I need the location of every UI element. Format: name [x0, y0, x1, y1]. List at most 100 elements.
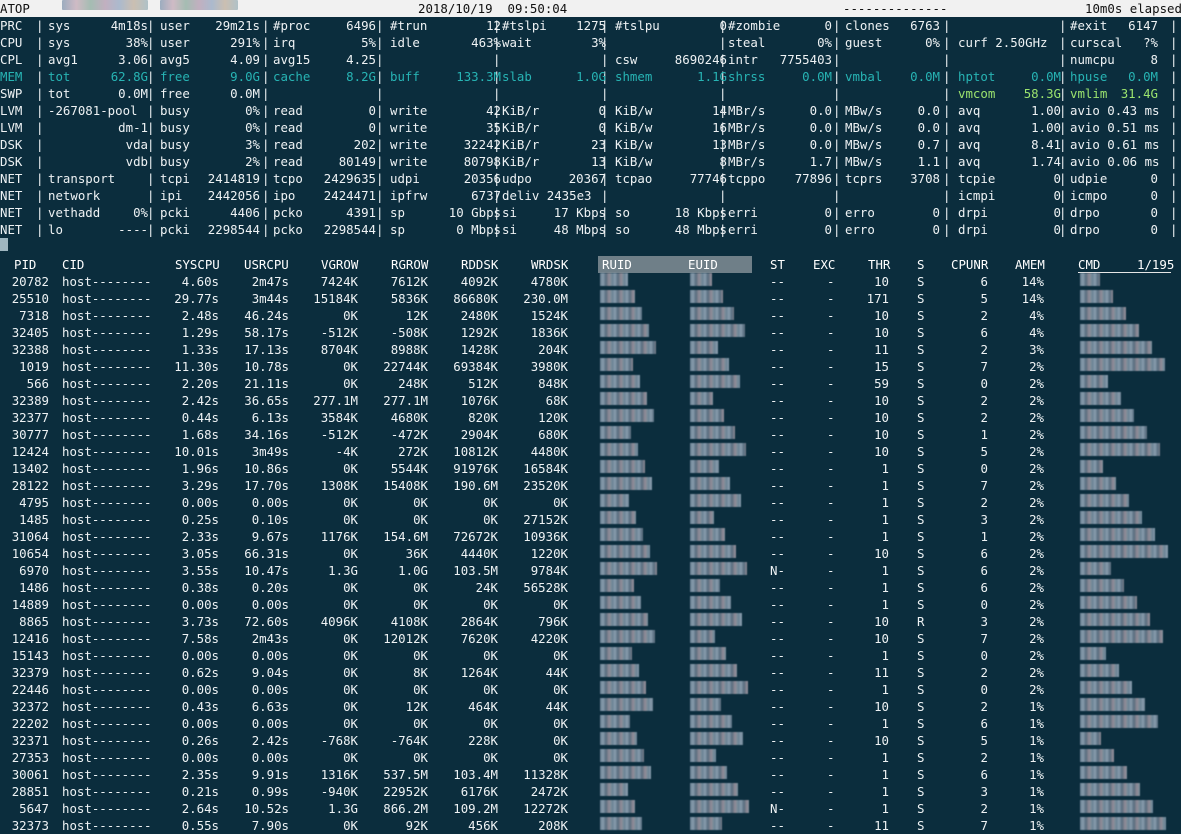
table-row[interactable]: 12416 7.58s 2m43s 0K 12012K 7620K 4220K 10 7 2% ho… [0, 630, 1181, 647]
cell-pid: 1019 [19, 359, 49, 374]
cell-cpunr: 5 [980, 444, 988, 459]
col-rgrow[interactable]: RGROW [391, 256, 428, 273]
table-row[interactable]: 32405 1.29s 58.17s -512K -508K 1292K 1836K 10 6 4… [0, 324, 1181, 341]
separator: | [36, 120, 44, 135]
cell-usrcpu: 21.11s [244, 376, 289, 391]
col-thr[interactable]: THR [868, 256, 890, 273]
table-row[interactable]: 28122 3.29s 17.70s 1308K 15408K 190.6M 23520K 1… [0, 477, 1181, 494]
redacted-euid [690, 715, 732, 728]
col-s[interactable]: S [917, 256, 924, 273]
cell-exc: - [827, 393, 835, 408]
table-row[interactable]: 32377 0.44s 6.13s 3584K 4680K 820K 120K 10 2 2% ho… [0, 409, 1181, 426]
cell-s: S [917, 716, 925, 731]
table-row[interactable]: 28851 0.21s 0.99s -940K 22952K 6176K 2472K 1 3 1%… [0, 783, 1181, 800]
table-row[interactable]: 10654 3.05s 66.31s 0K 36K 4440K 1220K 10 6 2% host… [0, 545, 1181, 562]
cell-cpunr: 7 [980, 359, 988, 374]
separator: | [147, 86, 155, 101]
separator: | [262, 69, 270, 84]
table-row[interactable]: 32389 2.42s 36.65s 277.1M 277.1M 1076K 68K 10 2 2… [0, 392, 1181, 409]
sys-metric-value: 0 [1053, 171, 1061, 186]
cell-s: S [917, 529, 925, 544]
separator: | [833, 35, 841, 50]
table-row[interactable]: 7318 2.48s 46.24s 0K 12K 2480K 1524K 10 2 4% host-… [0, 307, 1181, 324]
cell-rgrow: 537.5M [383, 767, 428, 782]
table-row[interactable]: 5647 2.64s 10.52s 1.3G 866.2M 109.2M 12272K 1 2 1… [0, 800, 1181, 817]
table-row[interactable]: 14889 0.00s 0.00s 0K 0K 0K 0K 1 0 2% host-------- -… [0, 596, 1181, 613]
table-row[interactable]: 32388 1.33s 17.13s 8704K 8988K 1428K 204K 11 2 3%… [0, 341, 1181, 358]
col-syscpu[interactable]: SYSCPU [175, 256, 220, 273]
cell-cid: host-------- [62, 767, 152, 782]
cell-cpunr: 2 [980, 495, 988, 510]
col-ruid[interactable]: RUID [598, 256, 752, 273]
redacted-ruid [600, 596, 641, 609]
table-row[interactable]: 32372 0.43s 6.63s 0K 12K 464K 44K 10 2 1% host----… [0, 698, 1181, 715]
sys-metric-value: 77746 [689, 171, 727, 186]
sys-metric-value: 2429635 [323, 171, 376, 186]
table-row[interactable]: 20782 4.60s 2m47s 7424K 7612K 4092K 4780K 10 6 14… [0, 273, 1181, 290]
col-cpunr[interactable]: CPUNR [951, 256, 988, 273]
cell-amem: 2% [1029, 648, 1044, 663]
sys-metric-value: 38% [125, 35, 148, 50]
separator: | [943, 222, 951, 237]
separator: | [36, 86, 44, 101]
table-row[interactable]: 12424 10.01s 3m49s -4K 272K 10812K 4480K 10 5 2% h… [0, 443, 1181, 460]
table-row[interactable]: 566 2.20s 21.11s 0K 248K 512K 848K 59 0 2% host---… [0, 375, 1181, 392]
table-row[interactable]: 8865 3.73s 72.60s 4096K 4108K 2864K 796K 10 3 2% h… [0, 613, 1181, 630]
col-usrcpu[interactable]: USRCPU [244, 256, 289, 273]
separator: | [147, 154, 155, 169]
col-cmd[interactable]: CMD [1078, 256, 1100, 273]
cell-rddsk: 4092K [460, 274, 498, 289]
table-row[interactable]: 27353 0.00s 0.00s 0K 0K 0K 0K 1 2 1% host-------- -… [0, 749, 1181, 766]
cell-rddsk: 0K [483, 682, 498, 697]
table-row[interactable]: 30777 1.68s 34.16s -512K -472K 2904K 680K 10 1 2%… [0, 426, 1181, 443]
cell-thr: 1 [881, 563, 889, 578]
cell-pid: 10654 [11, 546, 49, 561]
col-st[interactable]: ST [770, 256, 785, 273]
table-row[interactable]: 6970 3.55s 10.47s 1.3G 1.0G 103.5M 9784K 1 6 2% ho… [0, 562, 1181, 579]
cell-st: -- [770, 461, 785, 476]
col-cid[interactable]: CID [62, 256, 84, 273]
cell-s: S [917, 767, 925, 782]
table-row[interactable]: 1485 0.25s 0.10s 0K 0K 0K 27152K 1 3 2% host------… [0, 511, 1181, 528]
table-row[interactable]: 32373 0.55s 7.90s 0K 92K 456K 208K 11 7 1% host---… [0, 817, 1181, 834]
table-row[interactable]: 15143 0.00s 0.00s 0K 0K 0K 0K 1 0 2% host-------- -… [0, 647, 1181, 664]
table-row[interactable]: 25510 29.77s 3m44s 15184K 5836K 86680K 230.0M 1… [0, 290, 1181, 307]
cell-usrcpu: 34.16s [244, 427, 289, 442]
cell-exc: - [827, 597, 835, 612]
cell-thr: 1 [881, 682, 889, 697]
table-row[interactable]: 22446 0.00s 0.00s 0K 0K 0K 0K 1 0 2% host-------- -… [0, 681, 1181, 698]
col-exc[interactable]: EXC [813, 256, 835, 273]
col-rddsk[interactable]: RDDSK [461, 256, 498, 273]
separator: | [262, 205, 270, 220]
table-row[interactable]: 1486 0.38s 0.20s 0K 0K 24K 56528K 1 6 2% host-----… [0, 579, 1181, 596]
redacted-cmd [1080, 698, 1145, 711]
cell-usrcpu: 9.67s [251, 529, 289, 544]
cell-wrdsk: 0K [553, 750, 568, 765]
cell-cpunr: 6 [980, 580, 988, 595]
table-row[interactable]: 30061 2.35s 9.91s 1316K 537.5M 103.4M 11328K 1 6… [0, 766, 1181, 783]
cell-cpunr: 6 [980, 274, 988, 289]
cell-exc: - [827, 461, 835, 476]
table-row[interactable]: 13402 1.96s 10.86s 0K 5544K 91976K 16584K 1 0 2% h… [0, 460, 1181, 477]
table-row[interactable]: 32379 0.62s 9.04s 0K 8K 1264K 44K 11 2 2% host----… [0, 664, 1181, 681]
cell-thr: 1 [881, 784, 889, 799]
redacted-cmd [1080, 749, 1114, 762]
col-vgrow[interactable]: VGROW [321, 256, 358, 273]
sys-metric-value: 1.1G [697, 69, 727, 84]
separator: | [376, 86, 384, 101]
redacted-euid [690, 545, 736, 558]
table-row[interactable]: 4795 0.00s 0.00s 0K 0K 0K 0K 1 2 2% host-------- --… [0, 494, 1181, 511]
cell-cid: host-------- [62, 614, 152, 629]
cell-exc: - [827, 614, 835, 629]
redacted-euid [690, 375, 740, 388]
col-pid[interactable]: PID [14, 256, 36, 273]
redacted-euid [690, 426, 735, 439]
table-row[interactable]: 31064 2.33s 9.67s 1176K 154.6M 72672K 10936K 1 1… [0, 528, 1181, 545]
table-row[interactable]: 22202 0.00s 0.00s 0K 0K 0K 0K 1 6 1% host-------- -… [0, 715, 1181, 732]
col-wrdsk[interactable]: WRDSK [531, 256, 568, 273]
table-row[interactable]: 32371 0.26s 2.42s -768K -764K 228K 0K 10 5 1% host… [0, 732, 1181, 749]
redacted-euid [690, 766, 727, 779]
col-euid[interactable]: EUID [686, 256, 720, 273]
table-row[interactable]: 1019 11.30s 10.78s 0K 22744K 69384K 3980K 15 7 2%… [0, 358, 1181, 375]
col-amem[interactable]: AMEM [1015, 256, 1045, 273]
